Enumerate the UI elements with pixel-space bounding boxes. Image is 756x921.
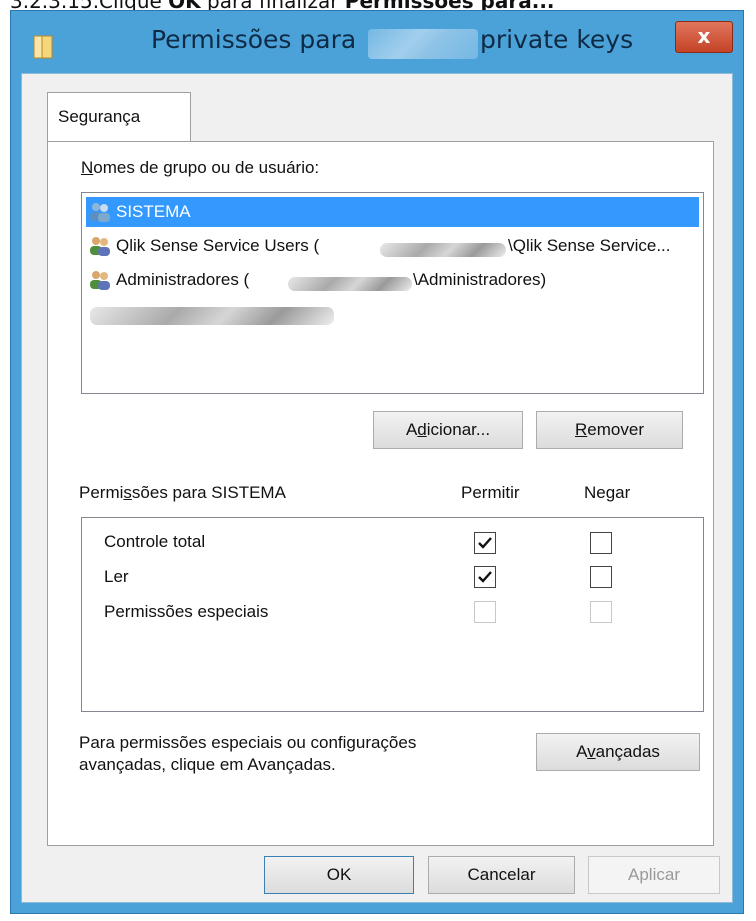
- cancel-button[interactable]: Cancelar: [428, 856, 575, 894]
- permission-name-special: Permissões especiais: [104, 602, 269, 621]
- add-button[interactable]: Adicionar...: [373, 411, 523, 449]
- list-item-sistema[interactable]: SISTEMA: [86, 197, 699, 227]
- permissions-dialog: Permissões para private keys x Segurança…: [10, 10, 744, 914]
- dialog-client-area: Segurança Nomes de grupo ou de usuário: …: [21, 73, 733, 903]
- list-item-redacted[interactable]: [86, 299, 699, 329]
- advanced-hint-line2: avançadas, clique em Avançadas.: [79, 755, 336, 774]
- list-item-label: Administradores (: [116, 270, 250, 289]
- list-item-label: Qlik Sense Service Users (: [116, 236, 320, 255]
- users-icon: [90, 237, 110, 256]
- allow-column-header: Permitir: [461, 483, 520, 502]
- allow-full-control-checkbox[interactable]: [474, 532, 496, 554]
- advanced-hint-line1: Para permissões especiais ou configuraçõ…: [79, 733, 417, 752]
- close-button[interactable]: x: [675, 21, 733, 53]
- dialog-title-suffix: private keys: [480, 25, 634, 54]
- redacted-domain: [380, 243, 506, 257]
- groups-listbox[interactable]: SISTEMA Qlik Sense Service Users ( \Qlik…: [81, 192, 704, 394]
- checkmark-icon: [478, 537, 492, 549]
- allow-special-checkbox: [474, 601, 496, 623]
- security-tab-panel: Nomes de grupo ou de usuário: SISTEMA Ql…: [47, 141, 714, 846]
- users-icon: [90, 271, 110, 290]
- permission-name-read: Ler: [104, 567, 129, 586]
- advanced-button[interactable]: Avançadas: [536, 733, 700, 771]
- permissions-label: Permissões para SISTEMA: [79, 483, 286, 502]
- deny-special-checkbox: [590, 601, 612, 623]
- users-icon: [90, 203, 110, 222]
- list-item-label: SISTEMA: [116, 202, 191, 222]
- list-item-suffix: \Administradores): [413, 270, 547, 289]
- redacted-domain: [288, 277, 412, 291]
- allow-read-checkbox[interactable]: [474, 566, 496, 588]
- groups-label: Nomes de grupo ou de usuário:: [81, 158, 320, 177]
- title-bar[interactable]: Permissões para private keys x: [11, 11, 743, 73]
- tab-security[interactable]: Segurança: [47, 92, 191, 142]
- remove-button[interactable]: Remover: [536, 411, 683, 449]
- apply-button[interactable]: Aplicar: [588, 856, 720, 894]
- redacted-entry: [90, 307, 334, 325]
- deny-full-control-checkbox[interactable]: [590, 532, 612, 554]
- checkmark-icon: [478, 571, 492, 583]
- deny-column-header: Negar: [584, 483, 631, 502]
- deny-read-checkbox[interactable]: [590, 566, 612, 588]
- dialog-title: Permissões para: [151, 25, 357, 54]
- redacted-title-segment: [368, 29, 478, 59]
- list-item-suffix: \Qlik Sense Service...: [508, 236, 671, 255]
- folder-icon: [33, 35, 53, 59]
- list-item-administradores[interactable]: Administradores ( \Administradores): [86, 265, 699, 295]
- permissions-list: Controle total Ler Permissões especiais: [81, 517, 704, 712]
- permission-name-full-control: Controle total: [104, 532, 206, 551]
- ok-button[interactable]: OK: [264, 856, 414, 894]
- list-item-qlik-service-users[interactable]: Qlik Sense Service Users ( \Qlik Sense S…: [86, 231, 699, 261]
